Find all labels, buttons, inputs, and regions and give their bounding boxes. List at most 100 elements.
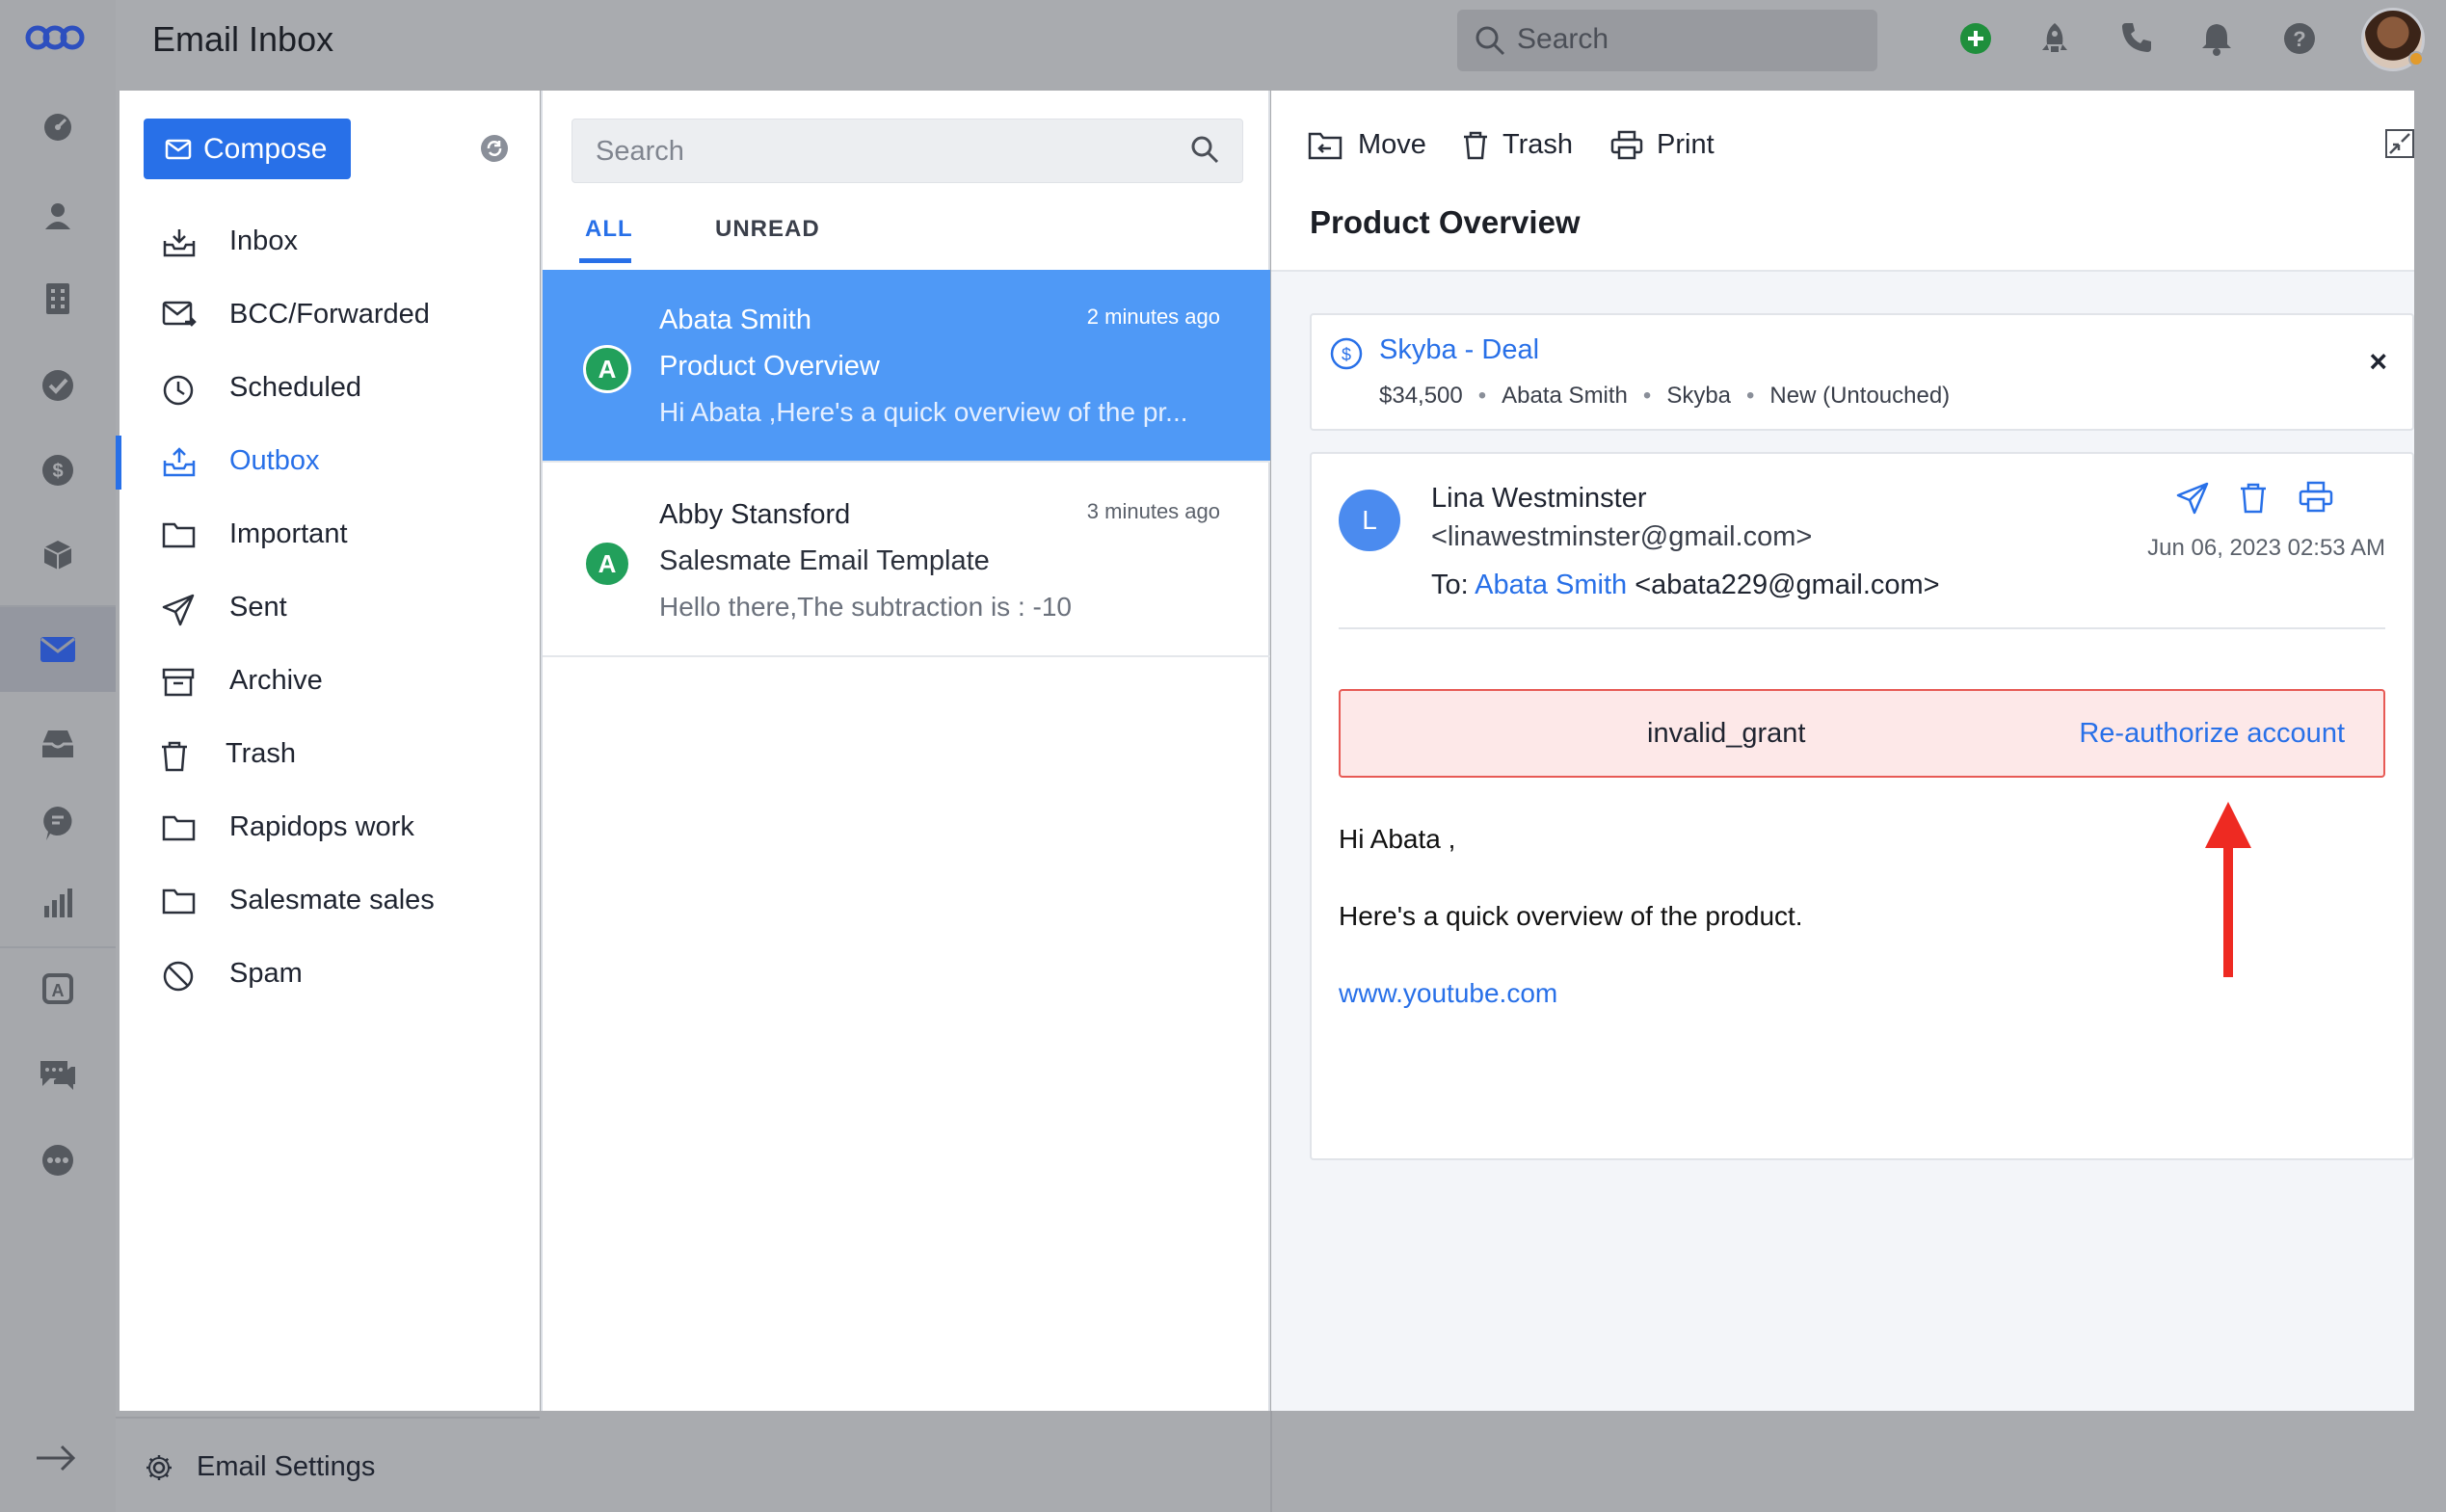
- folder-bcc-forwarded[interactable]: BCC/Forwarded: [120, 281, 540, 349]
- dashboard-icon[interactable]: [0, 83, 116, 168]
- inbox-icon[interactable]: [0, 702, 116, 786]
- close-icon[interactable]: ×: [2369, 344, 2387, 380]
- reply-send-icon[interactable]: [2175, 481, 2210, 516]
- folder-label: Archive: [229, 665, 323, 696]
- deal-company: Skyba: [1666, 383, 1732, 409]
- folder-important[interactable]: Important: [120, 501, 540, 569]
- search-icon: [1475, 25, 1505, 56]
- tab-unread[interactable]: UNREAD: [715, 216, 820, 243]
- tab-all[interactable]: ALL: [579, 216, 633, 263]
- rocket-icon[interactable]: [2039, 21, 2070, 56]
- gear-icon: [145, 1453, 173, 1482]
- folder-sent[interactable]: Sent: [120, 574, 540, 642]
- topbar: Email Inbox Search ?: [116, 0, 2446, 91]
- folder-trash[interactable]: Trash: [120, 721, 540, 788]
- folder-icon: [162, 520, 197, 549]
- folder-scheduled[interactable]: Scheduled: [120, 355, 540, 422]
- automation-icon[interactable]: A: [0, 946, 116, 1031]
- recipient-name-link[interactable]: Abata Smith: [1475, 570, 1627, 600]
- folder-label: Scheduled: [229, 372, 362, 403]
- trash-button[interactable]: Trash: [1462, 129, 1573, 161]
- chat-icon[interactable]: [0, 781, 116, 865]
- message-search-input[interactable]: Search: [572, 119, 1243, 183]
- message-preview: Hello there,The subtraction is : -10: [659, 592, 1072, 622]
- folder-spam[interactable]: Spam: [120, 941, 540, 1008]
- folder-salesmate-sales[interactable]: Salesmate sales: [120, 867, 540, 935]
- task-icon[interactable]: [0, 343, 116, 428]
- delete-icon[interactable]: [2239, 481, 2268, 516]
- deal-card: $ Skyba - Deal $34,500 • Abata Smith • S…: [1310, 313, 2414, 431]
- compose-label: Compose: [203, 132, 328, 165]
- message-preview: Hi Abata ,Here's a quick overview of the…: [659, 397, 1188, 427]
- email-settings-label: Email Settings: [197, 1451, 376, 1482]
- inbox-tray-icon: [162, 227, 197, 258]
- email-body-text: Here's a quick overview of the product.: [1339, 901, 1803, 931]
- plus-circle-icon[interactable]: [1958, 21, 1993, 56]
- email-icon[interactable]: [0, 607, 116, 692]
- separator-dot: •: [1642, 383, 1652, 409]
- compose-button[interactable]: Compose: [144, 119, 351, 179]
- email-subject-title: Product Overview: [1310, 204, 1581, 240]
- company-icon[interactable]: [0, 256, 116, 341]
- folder-label: Sent: [229, 592, 287, 623]
- to-label: To:: [1431, 570, 1469, 600]
- deal-title-link[interactable]: Skyba - Deal: [1379, 334, 1539, 366]
- folder-outbox[interactable]: Outbox: [116, 428, 540, 495]
- message-row[interactable]: A Abata Smith 2 minutes ago Product Over…: [543, 270, 1270, 463]
- print-label: Print: [1657, 129, 1715, 160]
- separator-dot: •: [1746, 383, 1755, 409]
- help-icon[interactable]: ?: [2282, 21, 2317, 56]
- search-icon[interactable]: [1190, 135, 1219, 164]
- message-row[interactable]: A Abby Stansford 3 minutes ago Salesmate…: [543, 464, 1270, 657]
- refresh-icon[interactable]: [480, 134, 509, 163]
- separator-dot: •: [1477, 383, 1487, 409]
- message-from: Abby Stansford: [659, 499, 851, 530]
- message-subject: Product Overview: [659, 351, 880, 382]
- collapse-icon[interactable]: [2385, 129, 2414, 158]
- folder-icon: [162, 887, 197, 915]
- expand-arrow-icon[interactable]: [35, 1444, 77, 1472]
- message-time: 2 minutes ago: [1086, 305, 1220, 329]
- reports-icon[interactable]: [0, 860, 116, 944]
- messages-icon[interactable]: [0, 1033, 116, 1118]
- bell-icon[interactable]: [2201, 21, 2232, 56]
- folder-label: Salesmate sales: [229, 885, 435, 915]
- sender-avatar: A: [583, 540, 631, 588]
- sender-name: Lina Westminster: [1431, 483, 1647, 514]
- salesmate-logo[interactable]: [25, 21, 85, 54]
- folder-inbox[interactable]: Inbox: [120, 208, 540, 276]
- move-label: Move: [1358, 129, 1426, 160]
- deal-icon[interactable]: $: [0, 428, 116, 513]
- folder-rapidops-work[interactable]: Rapidops work: [120, 794, 540, 862]
- archive-box-icon: [162, 667, 195, 698]
- svg-text:$: $: [52, 461, 63, 482]
- print-email-icon[interactable]: [2299, 481, 2333, 514]
- product-icon[interactable]: [0, 513, 116, 597]
- phone-icon[interactable]: [2120, 21, 2153, 54]
- page-title: Email Inbox: [152, 19, 334, 59]
- folder-archive[interactable]: Archive: [120, 648, 540, 715]
- email-body-link[interactable]: www.youtube.com: [1339, 978, 1557, 1009]
- alert-message: invalid_grant: [1647, 718, 1806, 749]
- sender-email: <linawestminster@gmail.com>: [1431, 521, 1813, 552]
- deal-contact: Abata Smith: [1502, 383, 1628, 409]
- contact-icon[interactable]: [0, 173, 116, 258]
- folder-icon: [162, 813, 197, 842]
- deal-meta: $34,500 • Abata Smith • Skyba • New (Unt…: [1379, 383, 1950, 410]
- global-search-input[interactable]: Search: [1457, 10, 1877, 71]
- overlay-bottom: [540, 1411, 2446, 1512]
- user-avatar[interactable]: [2361, 8, 2425, 71]
- deal-amount: $34,500: [1379, 383, 1463, 409]
- search-placeholder: Search: [596, 136, 684, 167]
- reauthorize-link[interactable]: Re-authorize account: [2079, 718, 2345, 750]
- outbox-tray-icon: [162, 447, 197, 478]
- move-button[interactable]: Move: [1308, 129, 1426, 161]
- more-icon[interactable]: [0, 1118, 116, 1203]
- paper-plane-icon: [162, 594, 195, 626]
- message-subject: Salesmate Email Template: [659, 545, 990, 576]
- email-settings-button[interactable]: Email Settings: [116, 1417, 540, 1512]
- print-button[interactable]: Print: [1610, 129, 1715, 161]
- message-list: Search ALL UNREAD A Abata Smith 2 minute…: [541, 91, 1270, 1411]
- clock-icon: [162, 374, 195, 407]
- svg-text:A: A: [52, 981, 65, 1000]
